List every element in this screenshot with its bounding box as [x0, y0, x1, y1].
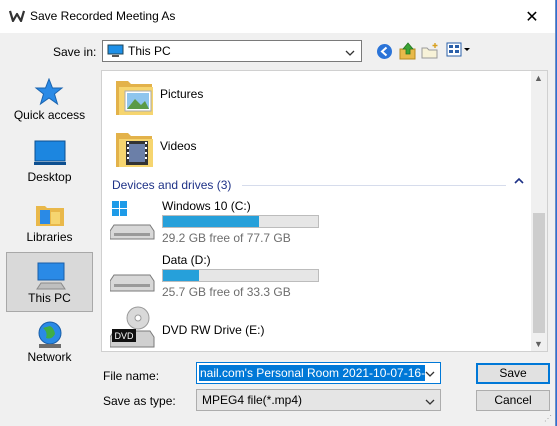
drive-free-space: 25.7 GB free of 33.3 GB: [162, 285, 291, 299]
up-folder-icon[interactable]: [398, 41, 418, 64]
save-as-type-value: MPEG4 file(*.mp4): [202, 393, 303, 407]
group-divider: [242, 185, 506, 186]
folder-item-pictures[interactable]: Pictures: [102, 73, 512, 121]
place-libraries[interactable]: Libraries: [6, 192, 93, 252]
place-label: Libraries: [26, 230, 73, 244]
file-list: Pictures Videos Devices and drives (3) W…: [101, 70, 548, 352]
save-as-type-label: Save as type:: [103, 394, 176, 408]
star-icon: [34, 77, 64, 109]
title-bar: Save Recorded Meeting As ✕: [0, 0, 555, 33]
chevron-down-icon: [345, 46, 355, 60]
folder-name: Videos: [160, 139, 197, 153]
scroll-thumb[interactable]: [533, 213, 545, 333]
drive-name: DVD RW Drive (E:): [162, 323, 265, 337]
file-name-label: File name:: [103, 369, 160, 383]
folder-name: Pictures: [160, 87, 204, 101]
place-label: Desktop: [27, 170, 72, 184]
place-label: This PC: [28, 291, 71, 305]
new-folder-icon[interactable]: [420, 42, 440, 63]
place-label: Network: [27, 350, 72, 364]
libraries-icon: [34, 200, 66, 231]
chevron-down-icon: [425, 395, 435, 409]
group-label: Devices and drives (3): [112, 178, 232, 192]
view-menu-icon[interactable]: [446, 42, 472, 61]
window-title: Save Recorded Meeting As: [30, 9, 176, 23]
drive-name: Windows 10 (C:): [162, 199, 251, 213]
file-name-input[interactable]: nail.com's Personal Room 2021-10-07-16-0…: [196, 362, 441, 384]
resize-grip-icon[interactable]: ⋰: [544, 414, 552, 423]
drive-free-space: 29.2 GB free of 77.7 GB: [162, 231, 291, 245]
chevron-up-icon[interactable]: [514, 177, 524, 188]
chevron-down-icon[interactable]: [425, 367, 435, 381]
place-label: Quick access: [13, 108, 86, 122]
vertical-scrollbar[interactable]: ▲ ▼: [531, 71, 547, 351]
drive-item-e[interactable]: DVD DVD RW Drive (E:): [102, 303, 512, 351]
drive-item-d[interactable]: Data (D:) 25.7 GB free of 33.3 GB: [102, 251, 512, 307]
dvd-drive-icon: DVD: [109, 305, 156, 351]
save-in-dropdown[interactable]: This PC: [102, 40, 362, 62]
place-desktop[interactable]: Desktop: [6, 132, 93, 192]
desktop-icon: [34, 140, 66, 169]
folder-item-videos[interactable]: Videos: [102, 125, 512, 173]
save-button[interactable]: Save: [476, 363, 550, 384]
drive-name: Data (D:): [162, 253, 211, 267]
webex-logo-icon: [8, 10, 26, 25]
drive-usage-fill: [163, 270, 199, 281]
close-button[interactable]: ✕: [509, 0, 555, 33]
drive-item-c[interactable]: Windows 10 (C:) 29.2 GB free of 77.7 GB: [102, 197, 512, 253]
save-dialog: Save Recorded Meeting As ✕ Save in: This…: [0, 0, 556, 426]
place-this-pc[interactable]: This PC: [6, 252, 93, 312]
place-quick-access[interactable]: Quick access: [6, 70, 93, 130]
network-icon: [34, 320, 66, 353]
file-name-value: nail.com's Personal Room 2021-10-07-16-0…: [199, 365, 425, 381]
pictures-folder-icon: [112, 75, 156, 122]
videos-folder-icon: [112, 127, 156, 174]
windows-drive-icon: [109, 199, 156, 246]
save-in-label: Save in:: [53, 45, 97, 59]
back-arrow-icon[interactable]: [376, 43, 393, 63]
dvd-badge: DVD: [114, 331, 134, 341]
hard-drive-icon: [109, 253, 156, 300]
this-pc-icon: [35, 261, 67, 294]
monitor-icon: [107, 44, 124, 61]
devices-group-header[interactable]: Devices and drives (3): [112, 176, 524, 192]
save-in-value: This PC: [128, 44, 171, 58]
places-bar: Quick access Desktop Libraries This PC N…: [6, 70, 94, 370]
save-as-type-dropdown[interactable]: MPEG4 file(*.mp4): [196, 389, 441, 411]
drive-usage-bar: [162, 215, 319, 228]
cancel-button[interactable]: Cancel: [476, 390, 550, 411]
drive-usage-bar: [162, 269, 319, 282]
scroll-up-icon[interactable]: ▲: [534, 73, 543, 83]
close-icon: ✕: [525, 8, 539, 26]
scroll-down-icon[interactable]: ▼: [534, 339, 543, 349]
place-network[interactable]: Network: [6, 312, 93, 372]
drive-usage-fill: [163, 216, 260, 227]
